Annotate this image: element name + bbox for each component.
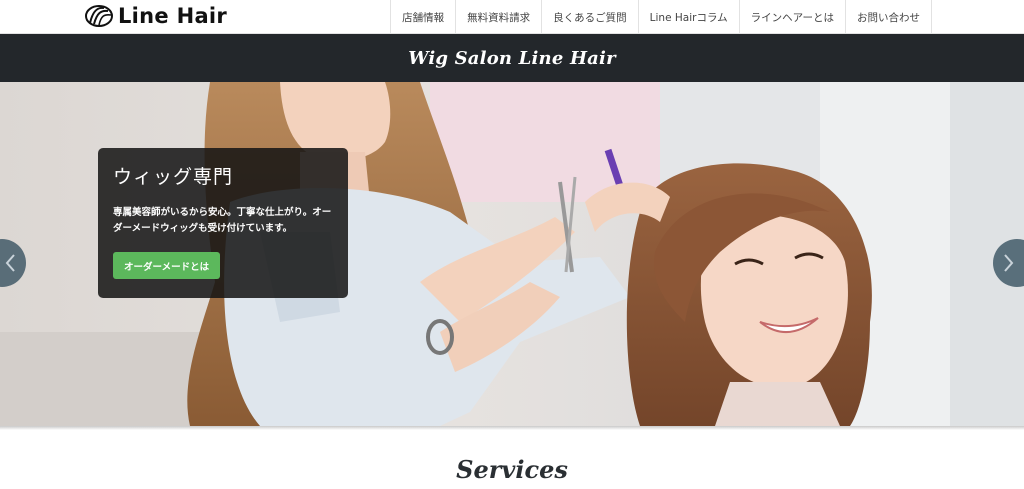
nav-column[interactable]: Line Hairコラム: [639, 0, 740, 34]
logo-hair-icon: [85, 5, 113, 27]
nav-faq[interactable]: 良くあるご質問: [542, 0, 639, 34]
site-logo[interactable]: Line Hair: [84, 3, 227, 29]
site-title: Wig Salon Line Hair: [408, 47, 616, 69]
title-bar: Wig Salon Line Hair: [0, 34, 1024, 82]
top-navbar: Line Hair 店舗情報 無料資料請求 良くあるご質問 Line Hairコ…: [0, 0, 1024, 34]
nav-contact[interactable]: お問い合わせ: [846, 0, 932, 34]
main-menu: 店舗情報 無料資料請求 良くあるご質問 Line Hairコラム ラインヘアーと…: [390, 0, 932, 34]
chevron-right-icon: [1004, 254, 1014, 272]
nav-free-brochure[interactable]: 無料資料請求: [456, 0, 543, 34]
chevron-left-icon: [5, 254, 15, 272]
hero-caption: ウィッグ専門 専属美容師がいるから安心。丁寧な仕上がり。オーダーメードウィッグも…: [98, 148, 348, 298]
services-section: Services: [0, 455, 1024, 484]
hero-bottom-shadow: [0, 426, 1024, 430]
nav-store-info[interactable]: 店舗情報: [391, 0, 457, 34]
logo-text: Line Hair: [118, 4, 228, 28]
custom-order-button[interactable]: オーダーメードとは: [113, 252, 221, 279]
nav-about[interactable]: ラインヘアーとは: [740, 0, 846, 34]
caption-title: ウィッグ専門: [113, 166, 234, 188]
hero-slider: ウィッグ専門 専属美容師がいるから安心。丁寧な仕上がり。オーダーメードウィッグも…: [0, 82, 1024, 426]
services-heading: Services: [456, 455, 568, 484]
caption-text: 専属美容師がいるから安心。丁寧な仕上がり。オーダーメードウィッグも受け付けていま…: [113, 207, 332, 234]
